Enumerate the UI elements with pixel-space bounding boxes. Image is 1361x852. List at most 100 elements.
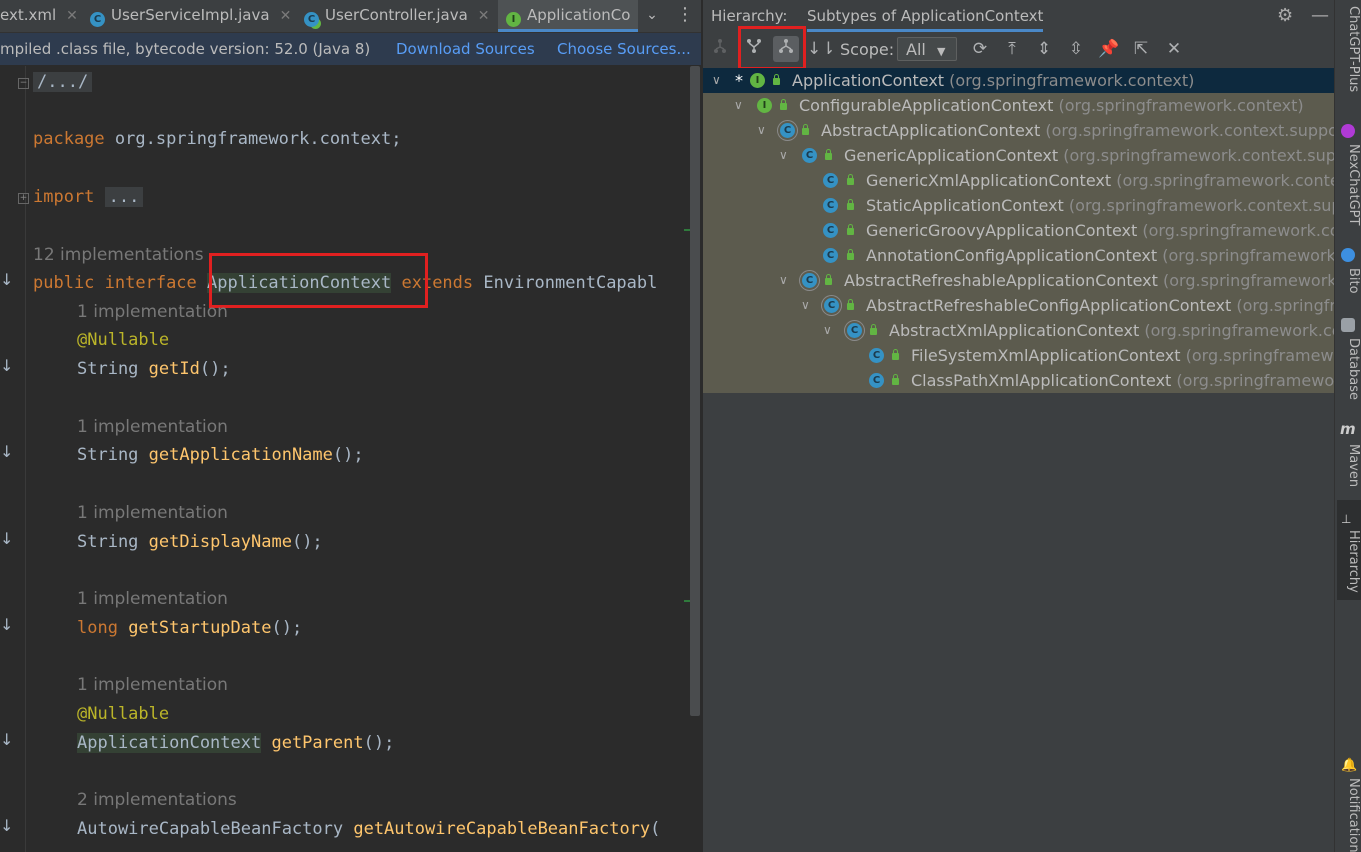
package-name: org.springframework.context; bbox=[104, 129, 402, 149]
implemented-gutter-icon[interactable]: ↓ bbox=[0, 615, 13, 634]
method-name[interactable]: getDisplayName bbox=[149, 532, 292, 552]
close-icon[interactable]: ✕ bbox=[478, 8, 490, 24]
implemented-gutter-icon[interactable]: ↓ bbox=[0, 816, 13, 835]
chevron-down-icon[interactable]: ∨ bbox=[734, 93, 743, 118]
tree-node[interactable]: C GenericGroovyApplicationContext (org.s… bbox=[703, 218, 1334, 243]
tool-window-notifications[interactable]: Notifications bbox=[1337, 778, 1361, 852]
implementations-hint[interactable]: 12 implementations bbox=[33, 243, 204, 267]
lock-icon bbox=[892, 349, 899, 360]
implementations-hint[interactable]: 1 implementation bbox=[77, 501, 228, 525]
tool-window-database[interactable]: Database bbox=[1337, 338, 1361, 408]
scope-select[interactable]: All ▼ bbox=[897, 37, 957, 61]
code-line: AutowireCapableBeanFactory getAutowireCa… bbox=[77, 815, 702, 843]
tree-node[interactable]: ∨ I ConfigurableApplicationContext (org.… bbox=[703, 93, 1334, 118]
chevron-down-icon[interactable]: ∨ bbox=[779, 143, 788, 168]
implemented-gutter-icon[interactable]: ↓ bbox=[0, 529, 13, 548]
hide-icon[interactable]: — bbox=[1311, 0, 1329, 32]
method-name[interactable]: getParent bbox=[261, 733, 363, 753]
package-name: (org.springframework.context.su bbox=[1116, 171, 1334, 190]
chevron-down-icon[interactable]: ∨ bbox=[712, 68, 721, 93]
chevron-down-icon[interactable]: ⌄ bbox=[642, 0, 662, 32]
implementations-hint[interactable]: 1 implementation bbox=[77, 415, 228, 439]
tab-subtypes[interactable]: Subtypes of ApplicationContext bbox=[807, 0, 1044, 32]
base-on-this-class-icon[interactable]: ⤒ bbox=[999, 36, 1025, 62]
folded-header[interactable]: /.../ bbox=[33, 72, 93, 92]
fold-toggle[interactable]: − bbox=[18, 78, 29, 89]
chevron-down-icon[interactable]: ∨ bbox=[757, 118, 766, 143]
implemented-gutter-icon[interactable]: ↓ bbox=[0, 442, 13, 461]
expand-all-icon[interactable]: ⇕ bbox=[1031, 36, 1057, 62]
chevron-down-icon[interactable]: ∨ bbox=[779, 268, 788, 293]
tool-window-label: Hierarchy bbox=[1346, 530, 1361, 593]
fold-toggle[interactable]: + bbox=[18, 193, 29, 204]
tree-node[interactable]: C ClassPathXmlApplicationContext (org.sp… bbox=[703, 368, 1334, 393]
implementations-hint[interactable]: 1 implementation bbox=[77, 673, 228, 697]
method-name[interactable]: getApplicationName bbox=[149, 445, 333, 465]
implementations-hint[interactable]: 1 implementation bbox=[77, 587, 228, 611]
tree-node[interactable]: ∨ C AbstractRefreshableConfigApplication… bbox=[703, 293, 1334, 318]
close-icon[interactable]: ✕ bbox=[1161, 36, 1187, 62]
tab-userserviceimpl[interactable]: C UserServiceImpl.java ✕ bbox=[90, 0, 291, 32]
scope-value: All bbox=[906, 40, 926, 59]
download-sources-link[interactable]: Download Sources bbox=[396, 33, 535, 65]
method-name[interactable]: getId bbox=[149, 359, 200, 379]
class-icon: C bbox=[90, 12, 105, 27]
vertical-scrollbar[interactable] bbox=[690, 66, 700, 716]
more-vertical-icon[interactable]: ⋮ bbox=[676, 0, 694, 32]
annotation: @Nullable bbox=[77, 704, 170, 724]
tab-context-xml[interactable]: ext.xml ✕ bbox=[0, 0, 78, 32]
chevron-down-icon[interactable]: ∨ bbox=[823, 318, 832, 343]
interface-icon: I bbox=[750, 73, 765, 88]
highlight-box bbox=[209, 253, 428, 308]
tool-window-maven[interactable]: Maven bbox=[1337, 444, 1361, 494]
class-name: GenericApplicationContext bbox=[844, 146, 1059, 165]
export-icon[interactable]: ⇱ bbox=[1128, 36, 1154, 62]
tool-window-label: ChatGPT-Plus bbox=[1346, 6, 1361, 93]
refresh-icon[interactable]: ⟳ bbox=[967, 36, 993, 62]
tool-window-bito[interactable]: Bito bbox=[1337, 268, 1361, 308]
tab-applicationcontext[interactable]: I ApplicationCo bbox=[498, 0, 638, 32]
parent-interfaces: EnvironmentCapabl bbox=[483, 273, 658, 293]
tree-node[interactable]: ∨ C GenericApplicationContext (org.sprin… bbox=[703, 143, 1334, 168]
package-name: (org.springframework.co bbox=[1176, 371, 1334, 390]
collapse-all-icon[interactable]: ⇳ bbox=[1063, 36, 1089, 62]
implemented-gutter-icon[interactable]: ↓ bbox=[0, 270, 13, 289]
tree-node[interactable]: ∨ * I ApplicationContext (org.springfram… bbox=[703, 68, 1334, 93]
abstract-class-icon: C bbox=[824, 298, 839, 313]
code-editor[interactable]: ext.xml ✕ C UserServiceImpl.java ✕ C UserCon… bbox=[0, 0, 702, 852]
method-name[interactable]: getAutowireCapableBeanFactory bbox=[353, 819, 650, 839]
class-hierarchy-icon[interactable] bbox=[707, 36, 733, 62]
tree-node[interactable]: ∨ C AbstractRefreshableApplicationContex… bbox=[703, 268, 1334, 293]
punct: (); bbox=[271, 618, 303, 638]
tool-window-nexchatgpt[interactable]: NexChatGPT bbox=[1337, 144, 1361, 234]
class-name: GenericGroovyApplicationContext bbox=[866, 221, 1138, 240]
code-line: String getApplicationName(); bbox=[77, 441, 702, 469]
pin-icon[interactable]: 📌 bbox=[1096, 36, 1122, 62]
tree-node[interactable]: ∨ C AbstractXmlApplicationContext (org.s… bbox=[703, 318, 1334, 343]
implemented-gutter-icon[interactable]: ↓ bbox=[0, 356, 13, 375]
method-name[interactable]: getStartupDate bbox=[128, 618, 271, 638]
gear-icon[interactable]: ⚙ bbox=[1277, 0, 1293, 32]
close-icon[interactable]: ✕ bbox=[280, 8, 292, 24]
implemented-gutter-icon[interactable]: ↓ bbox=[0, 730, 13, 749]
implementations-hint[interactable]: 1 implementation bbox=[77, 300, 228, 324]
class-icon: C bbox=[823, 223, 838, 238]
node-label: AbstractApplicationContext (org.springfr… bbox=[821, 118, 1334, 143]
close-icon[interactable]: ✕ bbox=[66, 8, 78, 24]
tool-window-chatgpt-plus[interactable]: ChatGPT-Plus bbox=[1337, 6, 1361, 106]
lock-icon bbox=[802, 124, 809, 135]
folded-imports[interactable]: ... bbox=[104, 187, 144, 207]
keyword: import bbox=[33, 187, 95, 207]
tree-node[interactable]: C FileSystemXmlApplicationContext (org.s… bbox=[703, 343, 1334, 368]
tree-node[interactable]: C AnnotationConfigApplicationContext (or… bbox=[703, 243, 1334, 268]
tab-usercontroller[interactable]: C UserController.java ✕ bbox=[304, 0, 490, 32]
tree-node[interactable]: C StaticApplicationContext (org.springfr… bbox=[703, 193, 1334, 218]
sort-alphabetically-icon[interactable]: ↓⇂ bbox=[807, 36, 836, 62]
lock-icon bbox=[847, 224, 854, 235]
tree-node[interactable]: ∨ C AbstractApplicationContext (org.spri… bbox=[703, 118, 1334, 143]
choose-sources-link[interactable]: Choose Sources... bbox=[557, 33, 691, 65]
hierarchy-tree[interactable]: ∨ * I ApplicationContext (org.springfram… bbox=[703, 68, 1334, 393]
chevron-down-icon[interactable]: ∨ bbox=[801, 293, 810, 318]
tree-node[interactable]: C GenericXmlApplicationContext (org.spri… bbox=[703, 168, 1334, 193]
implementations-hint[interactable]: 2 implementations bbox=[77, 788, 237, 812]
